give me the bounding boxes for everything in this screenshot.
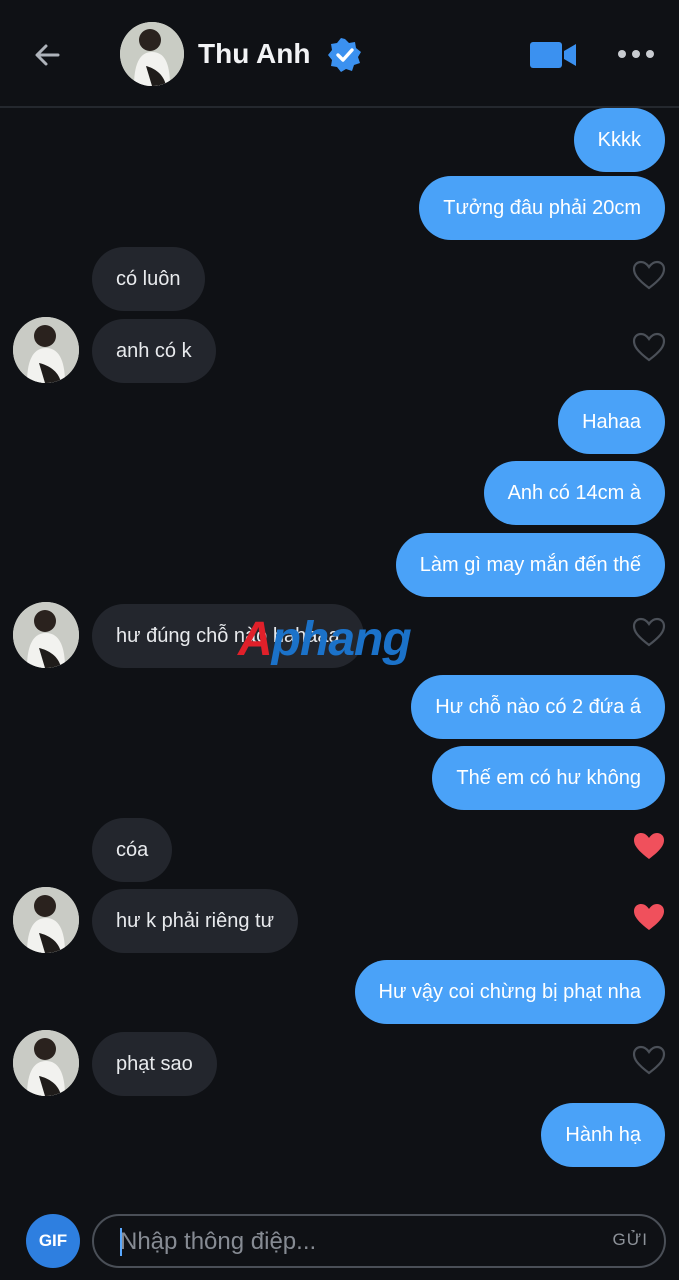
incoming-message[interactable]: phạt sao <box>92 1032 217 1096</box>
send-button[interactable]: GỬI <box>613 1230 648 1250</box>
message-composer: GIF GỬI <box>0 1200 679 1280</box>
message-thread: Kkkk Tưởng đâu phải 20cm có luôn anh có … <box>0 108 679 1200</box>
avatar[interactable] <box>13 602 79 668</box>
like-heart-icon[interactable] <box>632 617 666 647</box>
like-heart-icon[interactable] <box>632 1045 666 1075</box>
verified-badge-icon <box>328 38 362 72</box>
outgoing-message[interactable]: Kkkk <box>573 108 665 172</box>
outgoing-message[interactable]: Tưởng đâu phải 20cm <box>419 176 665 240</box>
avatar[interactable] <box>13 317 79 383</box>
outgoing-message[interactable]: Hư chỗ nào có 2 đứa á <box>411 675 665 739</box>
chat-header: Thu Anh <box>0 0 679 108</box>
liked-heart-icon[interactable] <box>632 902 666 932</box>
like-heart-icon[interactable] <box>632 332 666 362</box>
incoming-message[interactable]: có luôn <box>92 247 205 311</box>
incoming-message[interactable]: anh có k <box>92 319 216 383</box>
video-call-icon[interactable] <box>530 40 578 70</box>
outgoing-message[interactable]: Làm gì may mắn đến thế <box>395 533 665 597</box>
message-input-wrapper[interactable]: GỬI <box>92 1214 666 1268</box>
incoming-message[interactable]: cóa <box>92 818 173 882</box>
avatar[interactable] <box>13 887 79 953</box>
avatar[interactable] <box>120 22 184 86</box>
message-input[interactable] <box>120 1223 590 1261</box>
outgoing-message[interactable]: Hành hạ <box>541 1103 665 1167</box>
back-arrow-icon[interactable] <box>28 36 66 74</box>
incoming-message[interactable]: hư đúng chỗ nào hahaaa <box>92 604 364 668</box>
outgoing-message[interactable]: Anh có 14cm à <box>483 461 665 525</box>
like-heart-icon[interactable] <box>632 260 666 290</box>
outgoing-message[interactable]: Hư vậy coi chừng bị phạt nha <box>354 960 665 1024</box>
incoming-message[interactable]: hư k phải riêng tư <box>92 889 298 953</box>
outgoing-message[interactable]: Hahaa <box>558 390 665 454</box>
outgoing-message[interactable]: Thế em có hư không <box>432 746 665 810</box>
avatar[interactable] <box>13 1030 79 1096</box>
liked-heart-icon[interactable] <box>632 831 666 861</box>
contact-name[interactable]: Thu Anh <box>198 37 310 71</box>
more-icon[interactable] <box>618 44 654 64</box>
gif-button[interactable]: GIF <box>26 1214 80 1268</box>
